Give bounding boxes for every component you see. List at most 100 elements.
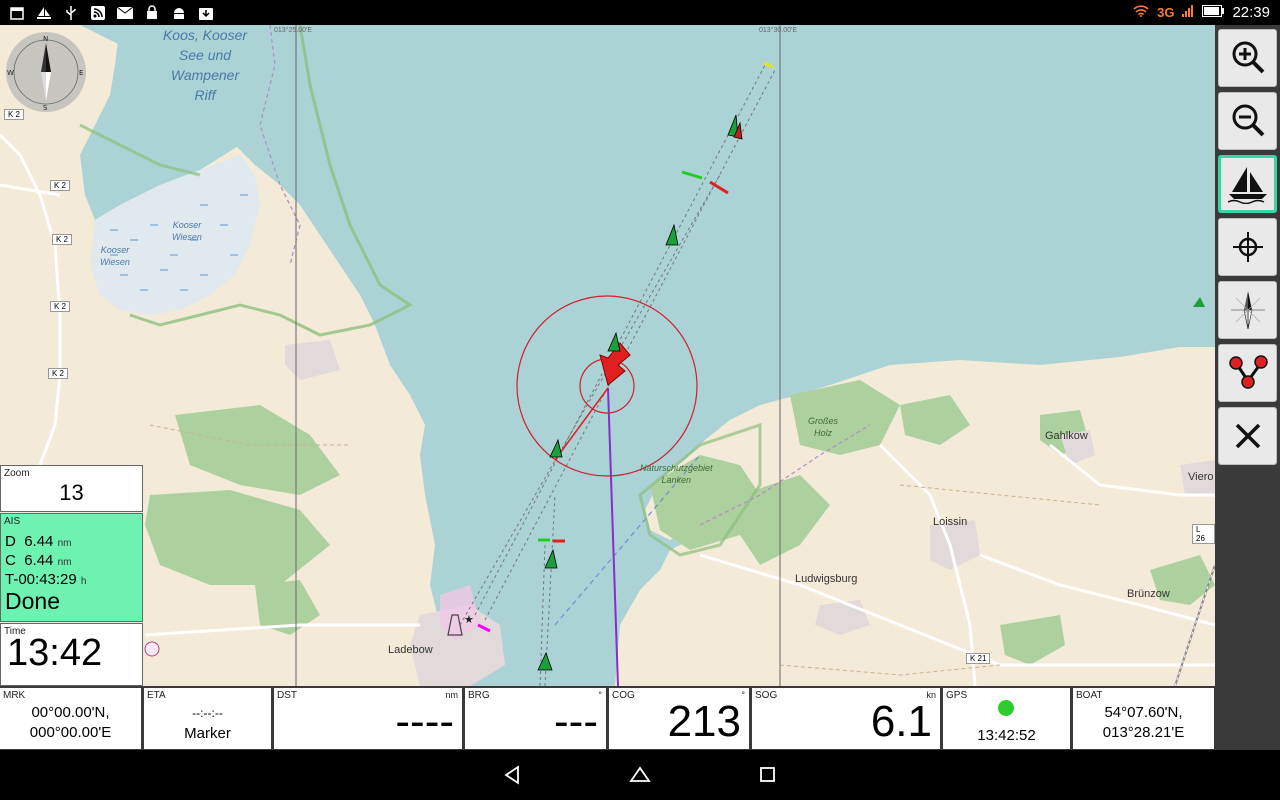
zoom-in-icon (1232, 41, 1264, 74)
svg-text:W: W (7, 69, 14, 77)
compass-rose-icon[interactable]: N S W E (5, 31, 87, 113)
boat-lat: 54°07.60'N, (1104, 704, 1183, 721)
gps-time: 13:42:52 (977, 727, 1036, 744)
home-button[interactable] (627, 762, 653, 788)
boat-box[interactable]: BOAT 54°07.60'N, 013°28.21'E (1073, 688, 1214, 749)
road-shield: K 21 (966, 653, 991, 664)
dst-value: ---- (395, 697, 454, 746)
close-icon (1235, 423, 1260, 449)
boat-label: BOAT (1076, 690, 1103, 701)
road-shield: K 2 (50, 301, 71, 312)
ais-label: AIS (4, 516, 21, 527)
boat-lon: 013°28.21'E (1102, 724, 1185, 741)
home-icon (629, 766, 651, 782)
lock-icon (143, 4, 161, 22)
svg-text:S: S (43, 104, 48, 112)
gps-status-indicator (998, 700, 1014, 716)
center-position-button[interactable] (1218, 218, 1277, 276)
mrk-lon: 000°00.00'E (29, 724, 112, 741)
svg-text:★: ★ (464, 613, 474, 626)
gps-box[interactable]: GPS 13:42:52 (943, 688, 1070, 749)
brg-value: --- (554, 697, 598, 746)
ais-distance: D 6.44 nm (5, 533, 72, 550)
brg-unit: ° (598, 690, 602, 700)
system-status: 3G 22:39 (1133, 0, 1270, 25)
mrk-lat: 00°00.00'N, (31, 704, 110, 721)
svg-text:E: E (79, 69, 83, 77)
dst-label: DST (277, 690, 297, 701)
compass-icon (1230, 291, 1265, 330)
road-shield: K 2 (52, 234, 73, 245)
mrk-label: MRK (3, 690, 26, 701)
sog-label: SOG (755, 690, 778, 701)
route-icon (1228, 355, 1268, 389)
close-button[interactable] (1218, 407, 1277, 465)
ais-status: Done (5, 588, 60, 614)
crosshair-icon (1232, 232, 1263, 262)
notification-icons (8, 3, 215, 22)
eta-box[interactable]: ETA --:--:-- Marker (144, 688, 271, 749)
map-label-vierow: Viero (1188, 471, 1214, 483)
brg-box[interactable]: BRG ° --- (465, 688, 606, 749)
map-toolbar (1215, 25, 1280, 686)
nautical-map[interactable]: ★ 013°25.00'E 013°30.00'E Koos, Kooser S… (0, 25, 1215, 686)
map-label-brunzow: Brünzow (1127, 588, 1170, 600)
cog-unit: ° (741, 690, 745, 700)
zoom-value: 13 (59, 480, 84, 505)
map-label-grosses-holz: Großes Holz (808, 416, 839, 438)
mail-icon (116, 4, 134, 22)
ais-tcpa: T-00:43:29 h (5, 571, 87, 588)
signal-icon (1182, 4, 1194, 22)
network-type: 3G (1157, 5, 1175, 20)
map-label-ladebow: Ladebow (388, 644, 433, 656)
gps-label: GPS (946, 690, 968, 701)
cog-label: COG (612, 690, 635, 701)
cog-value: 213 (667, 697, 741, 746)
battery-icon (1202, 4, 1225, 22)
android-icon (170, 4, 188, 22)
north-up-button[interactable] (1218, 281, 1277, 339)
boat-icon (35, 4, 53, 22)
instrument-bar: MRK 00°00.00'N, 000°00.00'E ETA --:--:--… (0, 686, 1215, 750)
grid-coordinate-label: 013°25.00'E (274, 27, 313, 34)
zoom-out-icon (1232, 104, 1264, 137)
system-navigation-bar (0, 750, 1280, 800)
road-shield: L 26 (1192, 524, 1215, 544)
map-canvas: ★ (0, 25, 1215, 686)
download-icon (197, 4, 215, 22)
mrk-box[interactable]: MRK 00°00.00'N, 000°00.00'E (0, 688, 141, 749)
sog-box[interactable]: SOG kn 6.1 (752, 688, 940, 749)
brg-label: BRG (468, 690, 490, 701)
back-button[interactable] (499, 762, 525, 788)
eta-target: Marker (184, 725, 231, 742)
time-panel: Time 13:42 (0, 623, 143, 686)
zoom-panel: Zoom 13 (0, 465, 143, 512)
grid-coordinate-label: 013°30.00'E (759, 27, 798, 34)
cog-box[interactable]: COG ° 213 (609, 688, 749, 749)
time-value: 13:42 (7, 632, 103, 674)
map-label-kooser-wiesen-2: Kooser Wiesen (100, 245, 130, 267)
dst-box[interactable]: DST nm ---- (274, 688, 462, 749)
zoom-in-button[interactable] (1218, 29, 1277, 87)
eta-value: --:--:-- (192, 706, 223, 720)
clock: 22:39 (1232, 4, 1270, 21)
calendar-icon (8, 4, 26, 22)
sog-value: 6.1 (870, 697, 932, 746)
usb-icon (62, 4, 80, 22)
wifi-icon (1133, 4, 1149, 22)
road-shield: K 2 (50, 180, 71, 191)
map-label-loissin: Loissin (933, 516, 968, 528)
recents-icon (760, 767, 775, 782)
map-label-naturschutzgebiet: Naturschutzgebiet Lanken (640, 463, 713, 485)
sailboat-icon (1227, 167, 1267, 204)
recents-button[interactable] (755, 762, 781, 788)
map-label-kooser-wiesen-1: Kooser Wiesen (172, 220, 202, 242)
route-button[interactable] (1218, 344, 1277, 402)
zoom-out-button[interactable] (1218, 92, 1277, 150)
instrument-bar-filler (1215, 686, 1280, 750)
road-shield: K 2 (48, 368, 69, 379)
map-label-ludwigsburg: Ludwigsburg (795, 573, 858, 585)
zoom-label: Zoom (4, 468, 30, 479)
boat-mode-button[interactable] (1218, 155, 1277, 213)
ais-panel[interactable]: AIS D 6.44 nm C 6.44 nm T-00:43:29 h Don… (0, 513, 143, 622)
